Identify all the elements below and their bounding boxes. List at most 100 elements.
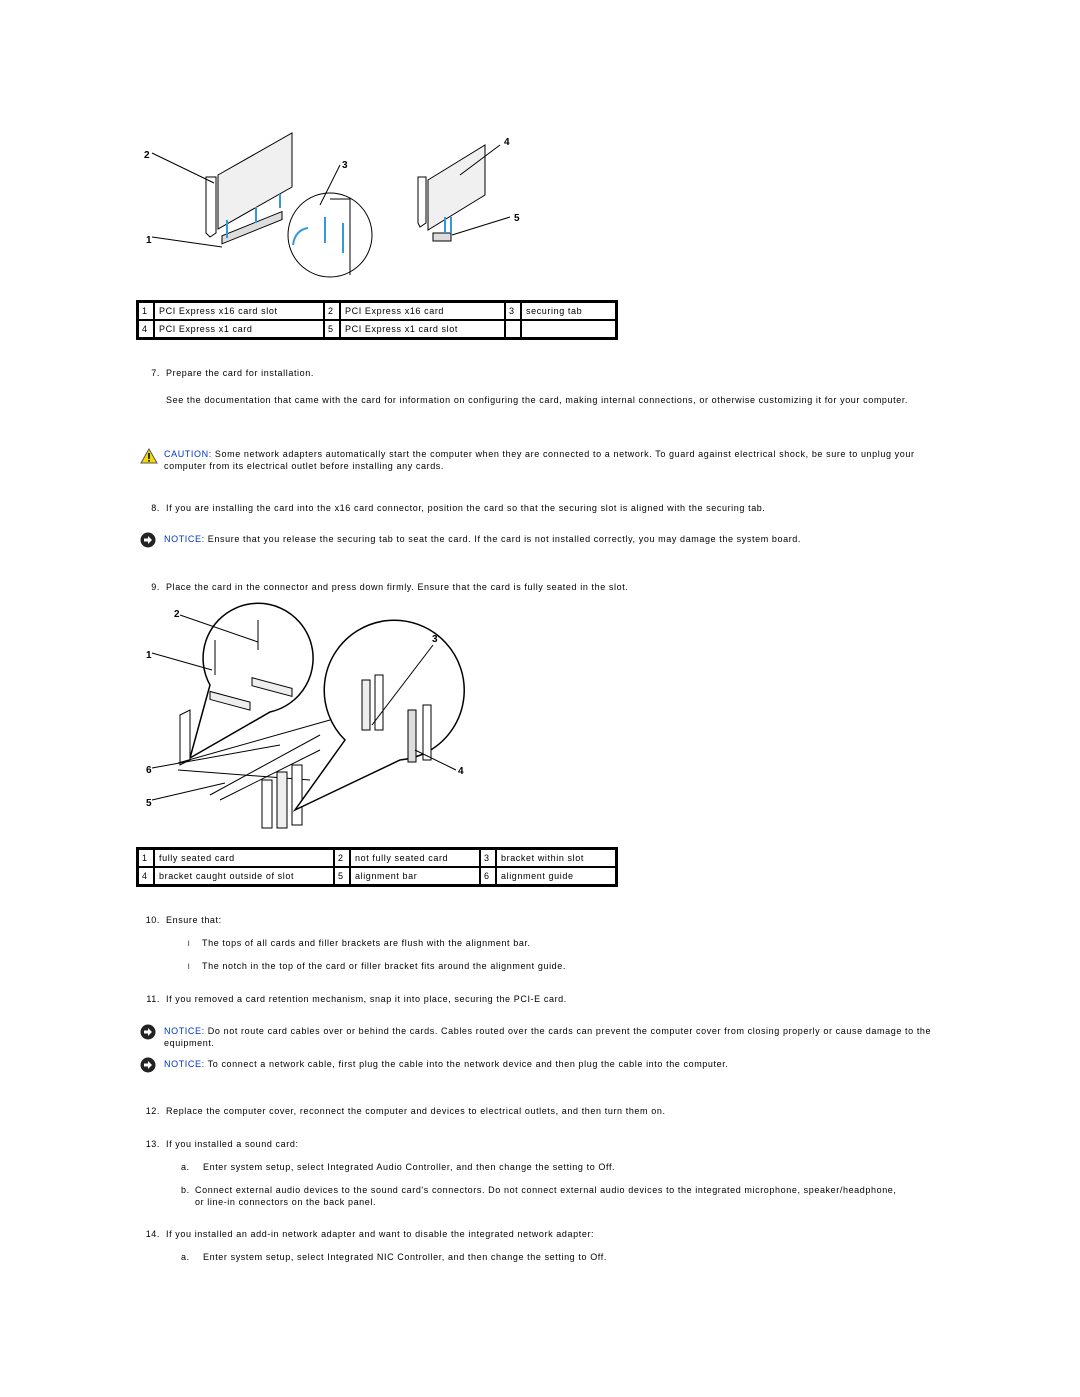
notice-label: NOTICE:: [164, 1059, 205, 1069]
table-cell-num: 2: [324, 302, 340, 320]
callout-1: 1: [146, 650, 152, 661]
table-cell-num: 6: [480, 867, 496, 885]
table-row: 1 fully seated card 2 not fully seated c…: [138, 849, 616, 867]
callout-6: 6: [146, 765, 152, 776]
substep-14a: a. Enter system setup, select Integrated …: [181, 1251, 901, 1263]
table-cell-label: not fully seated card: [350, 849, 480, 867]
step-text: Ensure that:: [166, 915, 222, 925]
step-12: 12. Replace the computer cover, reconnect…: [140, 1105, 666, 1117]
warning-triangle-icon: [140, 448, 158, 464]
step-text: Prepare the card for installation.: [166, 368, 314, 378]
bullet-glyph: l: [188, 964, 191, 971]
table-cell-num: 3: [480, 849, 496, 867]
table-cell-label: fully seated card: [154, 849, 334, 867]
table-cell-label: bracket caught outside of slot: [154, 867, 334, 885]
notice-block: NOTICE: To connect a network cable, firs…: [140, 1057, 960, 1073]
substep-13a: a. Enter system setup, select Integrated …: [181, 1161, 901, 1173]
table-cell-label: securing tab: [521, 302, 616, 320]
table-cell-num: [505, 320, 521, 338]
substep-13b: b. Connect external audio devices to the …: [181, 1184, 901, 1208]
notice-block: NOTICE: Do not route card cables over or…: [140, 1024, 960, 1051]
step-text: If you installed a sound card:: [166, 1139, 299, 1149]
callout-2: 2: [174, 609, 180, 620]
table-row: 1 PCI Express x16 card slot 2 PCI Expres…: [138, 302, 616, 320]
step-text: If you removed a card retention mechanis…: [166, 994, 567, 1004]
step-number: 7.: [151, 368, 160, 378]
caution-label: CAUTION:: [164, 449, 212, 459]
step-text: If you are installing the card into the …: [166, 503, 766, 513]
list-item: l The tops of all cards and filler bracke…: [188, 937, 531, 951]
table-cell-label: PCI Express x1 card slot: [340, 320, 505, 338]
notice-arrow-icon: [140, 1057, 156, 1073]
table-cell-num: 5: [324, 320, 340, 338]
substep-letter: a.: [181, 1162, 190, 1172]
x1-slot-shape: [432, 232, 452, 242]
notice-arrow-icon: [140, 532, 156, 548]
step-8: 8. If you are installing the card into th…: [140, 502, 766, 514]
step-11: 11. If you removed a card retention mecha…: [140, 993, 567, 1005]
list-item: l The notch in the top of the card or fil…: [188, 960, 566, 974]
notice-label: NOTICE:: [164, 1026, 205, 1036]
substep-letter: b.: [181, 1185, 190, 1195]
substep-text: Enter system setup, select Integrated NI…: [203, 1252, 607, 1262]
x16-bracket-shape: [205, 176, 217, 238]
step-number: 10.: [145, 915, 160, 925]
bullet-text: The tops of all cards and filler bracket…: [202, 938, 531, 948]
table-cell-label: PCI Express x1 card: [154, 320, 324, 338]
table-cell-num: 4: [138, 320, 154, 338]
notice-label: NOTICE:: [164, 534, 205, 544]
table-cell-label: alignment bar: [350, 867, 480, 885]
step-13: 13. If you installed a sound card:: [140, 1138, 299, 1150]
table-cell-num: 3: [505, 302, 521, 320]
callout-2: 2: [144, 150, 150, 161]
table-row: 4 bracket caught outside of slot 5 align…: [138, 867, 616, 885]
table-cell-num: 1: [138, 849, 154, 867]
callout-3: 3: [432, 634, 438, 645]
step-text: If you installed an add-in network adapt…: [166, 1229, 595, 1239]
step-number: 8.: [151, 503, 160, 513]
notice-text: Do not route card cables over or behind …: [164, 1026, 932, 1048]
table-cell-num: 5: [334, 867, 350, 885]
step-7: 7. Prepare the card for installation.: [140, 367, 314, 379]
legend-table-1: 1 PCI Express x16 card slot 2 PCI Expres…: [136, 300, 618, 340]
x1-bracket-shape: [417, 176, 427, 228]
callout-4: 4: [504, 137, 510, 148]
callout-3: 3: [342, 160, 348, 171]
callout-5: 5: [514, 213, 520, 224]
pci-express-card-diagram: 2 1 3 4 5: [144, 132, 520, 278]
securing-tab-magnifier: [287, 192, 373, 278]
step-number: 14.: [145, 1229, 160, 1239]
notice-block: NOTICE: Ensure that you release the secu…: [140, 532, 960, 548]
bullet-glyph: l: [188, 941, 191, 948]
legend-table-2: 1 fully seated card 2 not fully seated c…: [136, 847, 618, 887]
substep-text: Connect external audio devices to the so…: [195, 1185, 897, 1207]
substep-text: Enter system setup, select Integrated Au…: [203, 1162, 616, 1172]
table-cell-label: PCI Express x16 card: [340, 302, 505, 320]
x1-card-shape: [427, 144, 486, 231]
caution-text: Some network adapters automatically star…: [164, 449, 915, 471]
step-number: 12.: [145, 1106, 160, 1116]
callout-4: 4: [458, 766, 464, 777]
card-seating-diagram: 2 1 3 6 4 5: [146, 602, 465, 829]
table-cell-label: bracket within slot: [496, 849, 616, 867]
table-cell-num: 4: [138, 867, 154, 885]
table-cell-label: [521, 320, 616, 338]
notice-arrow-icon: [140, 1024, 156, 1040]
step-text: Replace the computer cover, reconnect th…: [166, 1106, 666, 1116]
step-10: 10. Ensure that:: [140, 914, 222, 926]
step-number: 13.: [145, 1139, 160, 1149]
step-9: 9. Place the card in the connector and pr…: [140, 581, 628, 593]
step-7-detail: See the documentation that came with the…: [166, 395, 909, 405]
notice-text: Ensure that you release the securing tab…: [204, 534, 802, 544]
callout-5: 5: [146, 798, 152, 809]
step-number: 9.: [151, 582, 160, 592]
bullet-text: The notch in the top of the card or fill…: [202, 961, 566, 971]
notice-text: To connect a network cable, first plug t…: [204, 1059, 729, 1069]
table-cell-num: 2: [334, 849, 350, 867]
table-cell-num: 1: [138, 302, 154, 320]
step-text: Place the card in the connector and pres…: [166, 582, 629, 592]
step-number: 11.: [146, 994, 160, 1004]
callout-1: 1: [146, 235, 152, 246]
substep-letter: a.: [181, 1252, 190, 1262]
table-cell-label: PCI Express x16 card slot: [154, 302, 324, 320]
